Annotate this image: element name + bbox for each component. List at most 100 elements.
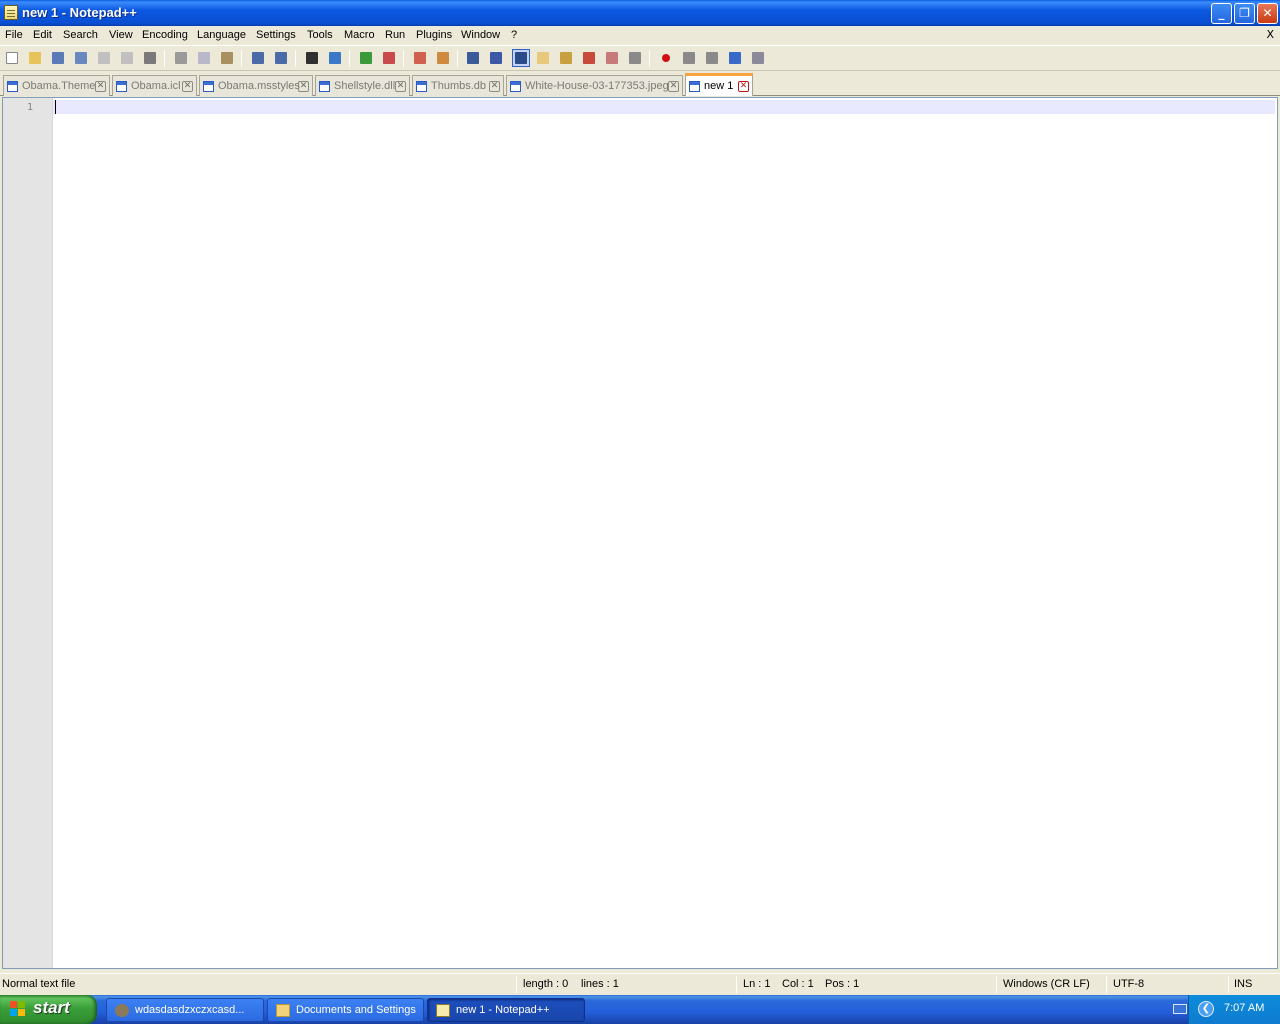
status-ln: Ln : 1 <box>743 978 771 990</box>
menu-tools[interactable]: Tools <box>307 29 333 41</box>
monitoring-icon <box>629 52 641 64</box>
menu-language[interactable]: Language <box>197 29 246 41</box>
tab-white-house-jpeg[interactable]: White-House-03-177353.jpeg ✕ <box>506 75 683 96</box>
zoom-out-button[interactable] <box>381 50 397 66</box>
replace-button[interactable] <box>327 50 343 66</box>
run-macro-multiple-button[interactable] <box>727 50 743 66</box>
show-hidden-icons-icon[interactable]: ❮ <box>1198 1001 1214 1017</box>
tab-shellstyle-dll[interactable]: Shellstyle.dll ✕ <box>315 75 410 96</box>
tab-close-icon[interactable]: ✕ <box>489 81 500 92</box>
tab-close-icon[interactable]: ✕ <box>182 81 193 92</box>
menu-encoding[interactable]: Encoding <box>142 29 188 41</box>
clock[interactable]: 7:07 AM <box>1224 1002 1264 1014</box>
status-encoding[interactable]: UTF-8 <box>1113 978 1144 990</box>
tab-bar: Obama.Theme ✕ Obama.icl ✕ Obama.msstyles… <box>0 72 1280 96</box>
tab-new-1[interactable]: new 1 ✕ <box>685 73 753 96</box>
folder-icon <box>276 1004 290 1017</box>
folder-as-workspace-button[interactable] <box>604 50 620 66</box>
status-insert-mode[interactable]: INS <box>1234 978 1252 990</box>
redo-button[interactable] <box>273 50 289 66</box>
tab-close-icon[interactable]: ✕ <box>668 81 679 92</box>
tab-label: Obama.icl <box>131 80 181 92</box>
new-file-button[interactable] <box>4 50 20 66</box>
record-macro-button[interactable] <box>658 50 674 66</box>
print-button[interactable] <box>142 50 158 66</box>
indent-guide-button[interactable] <box>512 49 530 67</box>
doc-map-icon <box>560 52 572 64</box>
taskbar: start wdasdasdzxczxcasd... Documents and… <box>0 995 1280 1024</box>
tab-obama-icl[interactable]: Obama.icl ✕ <box>112 75 197 96</box>
menu-edit[interactable]: Edit <box>33 29 52 41</box>
sync-vertical-button[interactable] <box>412 50 428 66</box>
close-button[interactable] <box>96 50 112 66</box>
taskbar-item-notepad-plus-plus[interactable]: new 1 - Notepad++ <box>427 998 585 1022</box>
paste-icon <box>221 52 233 64</box>
current-line-highlight[interactable] <box>53 100 1275 114</box>
sync-horizontal-button[interactable] <box>435 50 451 66</box>
show-all-chars-button[interactable] <box>488 50 504 66</box>
user-language-button[interactable] <box>535 50 551 66</box>
title-bar[interactable]: new 1 - Notepad++ _ ❐ ✕ <box>0 0 1280 26</box>
doc-map-button[interactable] <box>558 50 574 66</box>
zoom-in-button[interactable] <box>358 50 374 66</box>
tab-close-icon[interactable]: ✕ <box>298 81 309 92</box>
stop-recording-button[interactable] <box>681 50 697 66</box>
paste-button[interactable] <box>219 50 235 66</box>
menu-settings[interactable]: Settings <box>256 29 296 41</box>
tab-close-icon[interactable]: ✕ <box>738 81 749 92</box>
tab-obama-msstyles[interactable]: Obama.msstyles ✕ <box>199 75 313 96</box>
minimize-button[interactable]: _ <box>1211 3 1232 24</box>
document-icon <box>7 81 18 92</box>
close-all-button[interactable] <box>119 50 135 66</box>
close-document-x[interactable]: X <box>1266 28 1274 41</box>
notepad-plus-plus-icon[interactable] <box>4 5 18 20</box>
close-button[interactable]: ✕ <box>1257 3 1278 24</box>
save-all-icon <box>75 52 87 64</box>
document-icon <box>203 81 214 92</box>
close-all-icon <box>121 52 133 64</box>
menu-run[interactable]: Run <box>385 29 405 41</box>
menu-plugins[interactable]: Plugins <box>416 29 452 41</box>
keyboard-icon[interactable] <box>1173 1004 1187 1014</box>
text-editor[interactable]: 1 <box>2 97 1278 969</box>
menu-help[interactable]: ? <box>511 29 517 41</box>
menu-file[interactable]: File <box>5 29 23 41</box>
word-wrap-button[interactable] <box>465 50 481 66</box>
start-button[interactable]: start <box>0 995 97 1024</box>
menu-view[interactable]: View <box>109 29 133 41</box>
taskbar-item-wdasdasd[interactable]: wdasdasdzxczxcasd... <box>106 998 264 1022</box>
menu-macro[interactable]: Macro <box>344 29 375 41</box>
find-button[interactable] <box>304 50 320 66</box>
cut-button[interactable] <box>173 50 189 66</box>
tab-obama-theme[interactable]: Obama.Theme ✕ <box>3 75 110 96</box>
start-label: start <box>33 998 70 1017</box>
copy-button[interactable] <box>196 50 212 66</box>
save-icon <box>52 52 64 64</box>
taskbar-item-documents-and-settings[interactable]: Documents and Settings <box>267 998 424 1022</box>
restore-button[interactable]: ❐ <box>1234 3 1255 24</box>
function-list-button[interactable] <box>581 50 597 66</box>
save-macro-button[interactable] <box>750 50 766 66</box>
app-icon <box>115 1004 129 1017</box>
save-button[interactable] <box>50 50 66 66</box>
record-macro-icon <box>662 54 670 62</box>
sync-vertical-icon <box>414 52 426 64</box>
toolbar-separator <box>649 50 650 67</box>
status-eol[interactable]: Windows (CR LF) <box>1003 978 1090 990</box>
menu-window[interactable]: Window <box>461 29 500 41</box>
monitoring-button[interactable] <box>627 50 643 66</box>
menu-bar: File Edit Search View Encoding Language … <box>0 26 1280 45</box>
function-list-icon <box>583 52 595 64</box>
save-all-button[interactable] <box>73 50 89 66</box>
undo-icon <box>252 52 264 64</box>
indent-guide-icon <box>515 52 527 64</box>
tab-label: Thumbs.db <box>431 80 487 92</box>
undo-button[interactable] <box>250 50 266 66</box>
tab-thumbs-db[interactable]: Thumbs.db ✕ <box>412 75 504 96</box>
tab-close-icon[interactable]: ✕ <box>395 81 406 92</box>
menu-search[interactable]: Search <box>63 29 98 41</box>
open-file-button[interactable] <box>27 50 43 66</box>
playback-macro-button[interactable] <box>704 50 720 66</box>
toolbar-separator <box>349 50 350 67</box>
tab-close-icon[interactable]: ✕ <box>95 81 106 92</box>
